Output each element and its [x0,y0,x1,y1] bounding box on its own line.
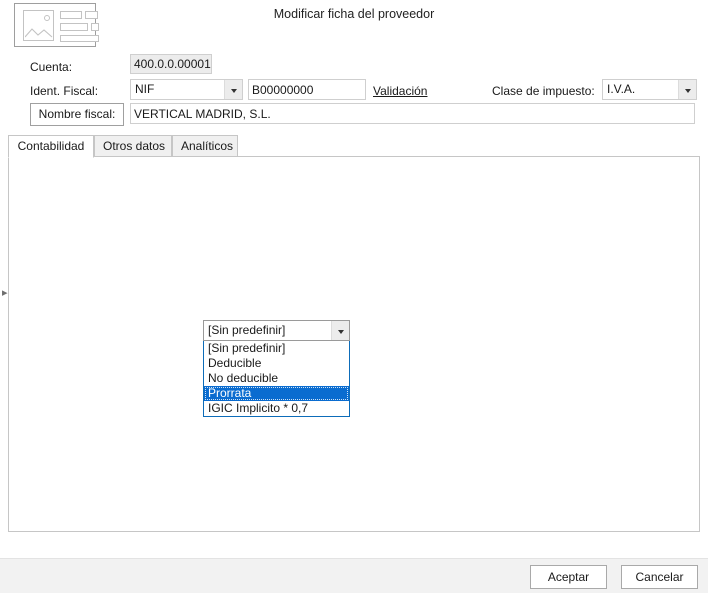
tab-analiticos[interactable]: Analíticos [172,135,238,157]
tipo-deduccion-combo[interactable]: [Sin predefinir] [203,320,350,341]
validacion-link[interactable]: Validación [373,84,427,98]
cuenta-label: Cuenta: [30,60,73,74]
ident-fiscal-type-value: NIF [135,82,155,96]
ident-fiscal-number-field[interactable]: B00000000 [248,79,366,100]
icon-bar-3 [60,23,88,31]
chevron-down-icon[interactable] [678,80,696,99]
tipo-deduccion-value: [Sin predefinir] [208,323,286,337]
cuenta-field: 400.0.0.00001 [130,54,212,74]
clase-impuesto-value: I.V.A. [607,82,636,96]
ident-fiscal-type-combo[interactable]: NIF [130,79,243,100]
dropdown-option-1[interactable]: Deducible [204,356,349,371]
nombre-fiscal-button[interactable]: Nombre fiscal: [30,103,124,126]
dropdown-option-4[interactable]: IGIC Implicito * 0,7 [204,401,349,416]
window-title: Modificar ficha del proveedor [273,7,435,21]
modificar-ficha-proveedor-window: Modificar ficha del proveedor Cuenta: 40… [0,0,708,593]
accept-button[interactable]: Aceptar [530,565,607,589]
dropdown-option-2[interactable]: No deducible [204,371,349,386]
icon-bar-4 [91,23,99,31]
clase-impuesto-label: Clase de impuesto: [492,84,595,98]
dialog-footer: Aceptar Cancelar [0,558,708,593]
chevron-down-icon[interactable] [331,321,349,340]
icon-bar-5 [60,35,99,42]
nombre-fiscal-field[interactable]: VERTICAL MADRID, S.L. [130,103,695,124]
cancel-button[interactable]: Cancelar [621,565,698,589]
tab-panel-contabilidad [8,156,700,532]
chevron-down-icon[interactable] [224,80,242,99]
tipo-deduccion-dropdown-list[interactable]: [Sin predefinir] Deducible No deducible … [203,340,350,417]
dropdown-option-3[interactable]: Prorrata [204,386,349,401]
ident-fiscal-label: Ident. Fiscal: [30,84,99,98]
mountain-glyph [25,28,53,38]
dropdown-option-0[interactable]: [Sin predefinir] [204,341,349,356]
tab-contabilidad[interactable]: Contabilidad [8,135,94,158]
clase-impuesto-combo[interactable]: I.V.A. [602,79,697,100]
expand-chevron-icon[interactable]: ▸ [2,288,8,299]
tab-otros-datos[interactable]: Otros datos [94,135,172,157]
